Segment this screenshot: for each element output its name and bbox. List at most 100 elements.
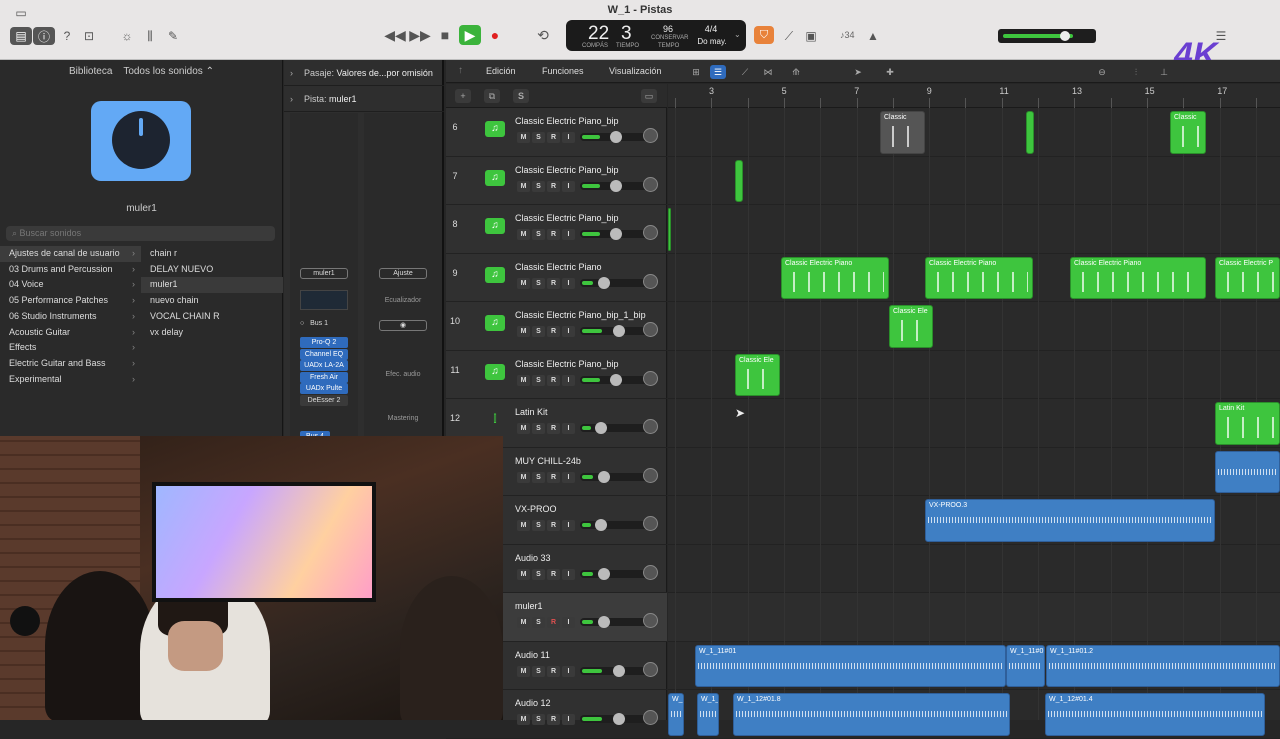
fader-knob[interactable] (610, 373, 622, 386)
fader-knob[interactable] (598, 470, 610, 483)
fader-knob[interactable] (598, 567, 610, 580)
mute-button[interactable]: M (517, 229, 530, 240)
vertical-zoom-icon[interactable]: ⊥ (1156, 65, 1172, 79)
track-lane[interactable] (668, 205, 1280, 254)
fader-knob[interactable] (613, 664, 625, 677)
fader-knob[interactable] (595, 422, 607, 434)
eq-thumbnail[interactable] (300, 290, 348, 310)
track-name[interactable]: Audio 11 (515, 650, 550, 660)
input-monitor-button[interactable]: I (562, 617, 575, 628)
bar-ruler[interactable]: 3 5 7 9 11 13 15 17 (668, 84, 1280, 108)
record-arm-button[interactable]: R (547, 132, 560, 143)
track-lane[interactable] (668, 302, 1280, 351)
record-arm-button[interactable]: R (547, 423, 560, 434)
mute-button[interactable]: M (517, 277, 530, 289)
record-arm-button[interactable]: R (547, 374, 560, 386)
track-header[interactable]: 7 ♫ Classic Electric Piano_bip M S R I (446, 157, 667, 205)
track-name[interactable]: muler1 (515, 601, 543, 611)
flex-icon[interactable]: ⋈ (760, 65, 776, 79)
library-category[interactable]: Electric Guitar and Bass › (0, 356, 141, 372)
pan-knob[interactable] (643, 273, 658, 289)
pan-knob[interactable] (643, 419, 658, 434)
grid-view-icon[interactable]: ⊞ (688, 65, 704, 79)
solo-button[interactable]: S (532, 568, 545, 580)
track-lane[interactable] (668, 157, 1280, 205)
forward-button[interactable]: ▶▶ (409, 25, 431, 45)
count-in[interactable]: ♪34 (840, 30, 855, 40)
mute-button[interactable]: M (517, 568, 530, 580)
library-search-input[interactable]: ⌕ Buscar sonidos (6, 226, 275, 241)
notepad-icon[interactable]: ▣ (800, 27, 822, 45)
plugin-slot[interactable]: Fresh Air (300, 371, 348, 383)
library-item[interactable]: chain r (141, 246, 283, 262)
volume-knob[interactable] (1060, 31, 1070, 41)
volume-fader[interactable] (580, 664, 652, 677)
volume-fader[interactable] (580, 131, 652, 143)
global-solo-icon[interactable]: S (513, 89, 529, 103)
volume-fader[interactable] (580, 179, 652, 192)
region[interactable]: Classic Ele (735, 353, 780, 396)
track-lane[interactable] (668, 545, 1280, 593)
track-name[interactable]: Audio 33 (515, 553, 551, 563)
pan-knob[interactable] (643, 564, 658, 580)
automation-icon[interactable]: ⟋ (737, 65, 753, 79)
fader-knob[interactable] (598, 616, 610, 628)
solo-button[interactable]: S (532, 423, 545, 434)
solo-button[interactable]: S (532, 132, 545, 143)
edit-menu[interactable]: Edición (486, 66, 516, 76)
input-monitor-button[interactable]: I (562, 132, 575, 143)
pan-knob[interactable] (643, 225, 658, 240)
record-arm-button[interactable]: R (547, 568, 560, 580)
volume-fader[interactable] (580, 470, 652, 483)
duplicate-track-icon[interactable]: ⧉ (484, 89, 500, 103)
rewind-button[interactable]: ◀◀ (384, 25, 406, 45)
pan-knob[interactable] (643, 128, 658, 143)
input-monitor-button[interactable]: I (562, 180, 575, 192)
track-header[interactable]: 11 ♫ Classic Electric Piano_bip M S R I (446, 351, 667, 399)
track-header[interactable]: 8 ♫ Classic Electric Piano_bip M S R I (446, 205, 667, 254)
library-item[interactable]: muler1 (141, 277, 283, 293)
region[interactable]: VX-PROO.3 (925, 499, 1215, 542)
up-arrow-icon[interactable]: ↑ (458, 65, 463, 76)
mute-button[interactable]: M (517, 471, 530, 483)
solo-button[interactable]: S (532, 665, 545, 677)
mixer-icon[interactable]: ⫼ (139, 27, 161, 45)
zoom-icon[interactable]: ⊖ (1094, 65, 1110, 79)
volume-fader[interactable] (580, 325, 652, 337)
region[interactable] (1026, 111, 1034, 154)
mute-button[interactable]: M (517, 374, 530, 386)
strip2-eq[interactable]: Ecualizador (364, 297, 442, 304)
input-monitor-button[interactable]: I (562, 423, 575, 434)
plugin-slot[interactable]: UADx LA-2A (300, 360, 348, 371)
mute-button[interactable]: M (517, 665, 530, 677)
volume-fader[interactable] (580, 713, 652, 725)
library-category[interactable]: 03 Drums and Percussion › (0, 262, 141, 278)
region[interactable]: W_1_12#01.4 (1045, 693, 1265, 736)
pan-knob[interactable] (643, 176, 658, 192)
master-volume-slider[interactable] (998, 29, 1096, 43)
library-item[interactable]: VOCAL CHAIN R (141, 309, 283, 325)
region[interactable] (735, 159, 743, 202)
track-lane[interactable] (668, 593, 1280, 642)
region[interactable]: W_1_ (697, 693, 719, 736)
region[interactable]: Classic Electric Piano (925, 256, 1033, 299)
track-name[interactable]: MUY CHILL-24b (515, 456, 581, 466)
region[interactable] (668, 208, 671, 251)
track-name[interactable]: Classic Electric Piano_bip (515, 359, 619, 369)
solo-button[interactable]: S (532, 520, 545, 531)
fader-knob[interactable] (610, 228, 622, 240)
track-lane[interactable] (668, 448, 1280, 496)
library-button[interactable]: ▤ (10, 27, 32, 45)
solo-button[interactable]: S (532, 374, 545, 386)
library-category[interactable]: Experimental › (0, 372, 141, 388)
volume-fader[interactable] (580, 373, 652, 386)
fader-knob[interactable] (595, 519, 607, 531)
pencil-tool-icon[interactable]: ✚ (882, 65, 898, 79)
region[interactable]: Classic Electric P (1215, 256, 1280, 299)
folder-icon[interactable]: ▭ (641, 89, 657, 103)
region[interactable]: Classic (880, 111, 925, 154)
record-arm-button[interactable]: R (547, 180, 560, 192)
record-arm-button[interactable]: R (547, 326, 560, 337)
inspector-button[interactable]: ⓘ (33, 27, 55, 45)
track-name[interactable]: Audio 12 (515, 698, 551, 708)
